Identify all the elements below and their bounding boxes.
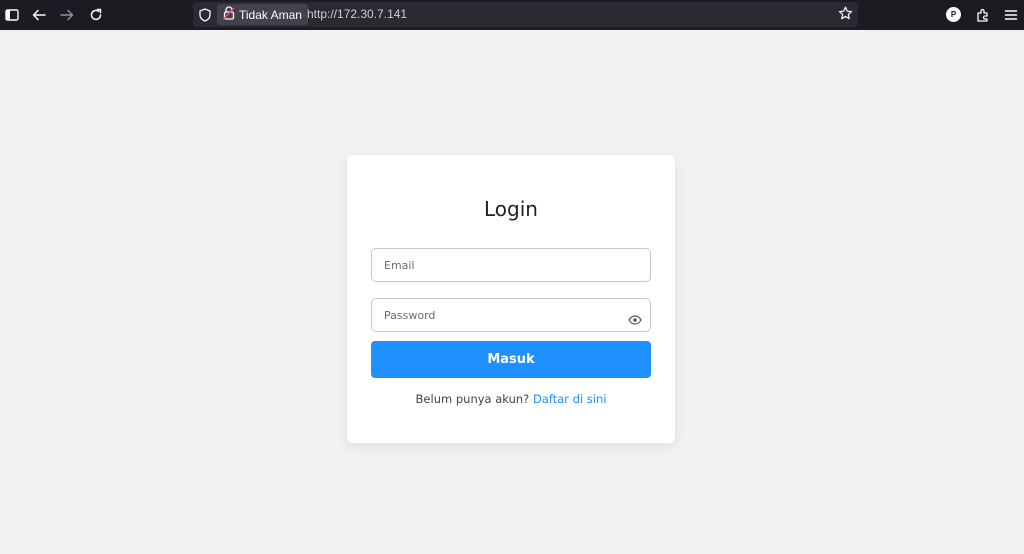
menu-hamburger-icon[interactable]: [1001, 5, 1021, 25]
show-password-eye-icon[interactable]: [628, 310, 642, 325]
broken-lock-icon: [222, 6, 235, 23]
browser-toolbar: Tidak Aman http://172.30.7.141 P: [0, 0, 1024, 30]
password-input[interactable]: [371, 298, 651, 332]
signup-prompt: Belum punya akun? Daftar di sini: [347, 392, 675, 406]
login-card: Login Masuk Belum punya akun? Daftar di …: [347, 155, 675, 443]
extensions-puzzle-icon[interactable]: [973, 5, 993, 25]
email-input[interactable]: [371, 248, 651, 282]
forward-arrow-icon[interactable]: [57, 5, 77, 25]
signup-prompt-text: Belum punya akun?: [415, 392, 530, 406]
signup-link[interactable]: Daftar di sini: [533, 392, 607, 406]
address-bar[interactable]: Tidak Aman http://172.30.7.141: [193, 2, 858, 27]
profile-avatar[interactable]: P: [946, 7, 961, 22]
back-arrow-icon[interactable]: [29, 5, 49, 25]
login-submit-button[interactable]: Masuk: [371, 341, 651, 378]
login-title: Login: [484, 197, 538, 221]
security-label: Tidak Aman: [239, 7, 302, 22]
reload-icon[interactable]: [86, 5, 106, 25]
sidebar-toggle-icon[interactable]: [2, 5, 22, 25]
site-security-chip[interactable]: Tidak Aman: [217, 4, 308, 25]
shield-icon[interactable]: [199, 7, 211, 26]
url-text[interactable]: http://172.30.7.141: [307, 7, 407, 21]
bookmark-star-icon[interactable]: [838, 6, 853, 25]
